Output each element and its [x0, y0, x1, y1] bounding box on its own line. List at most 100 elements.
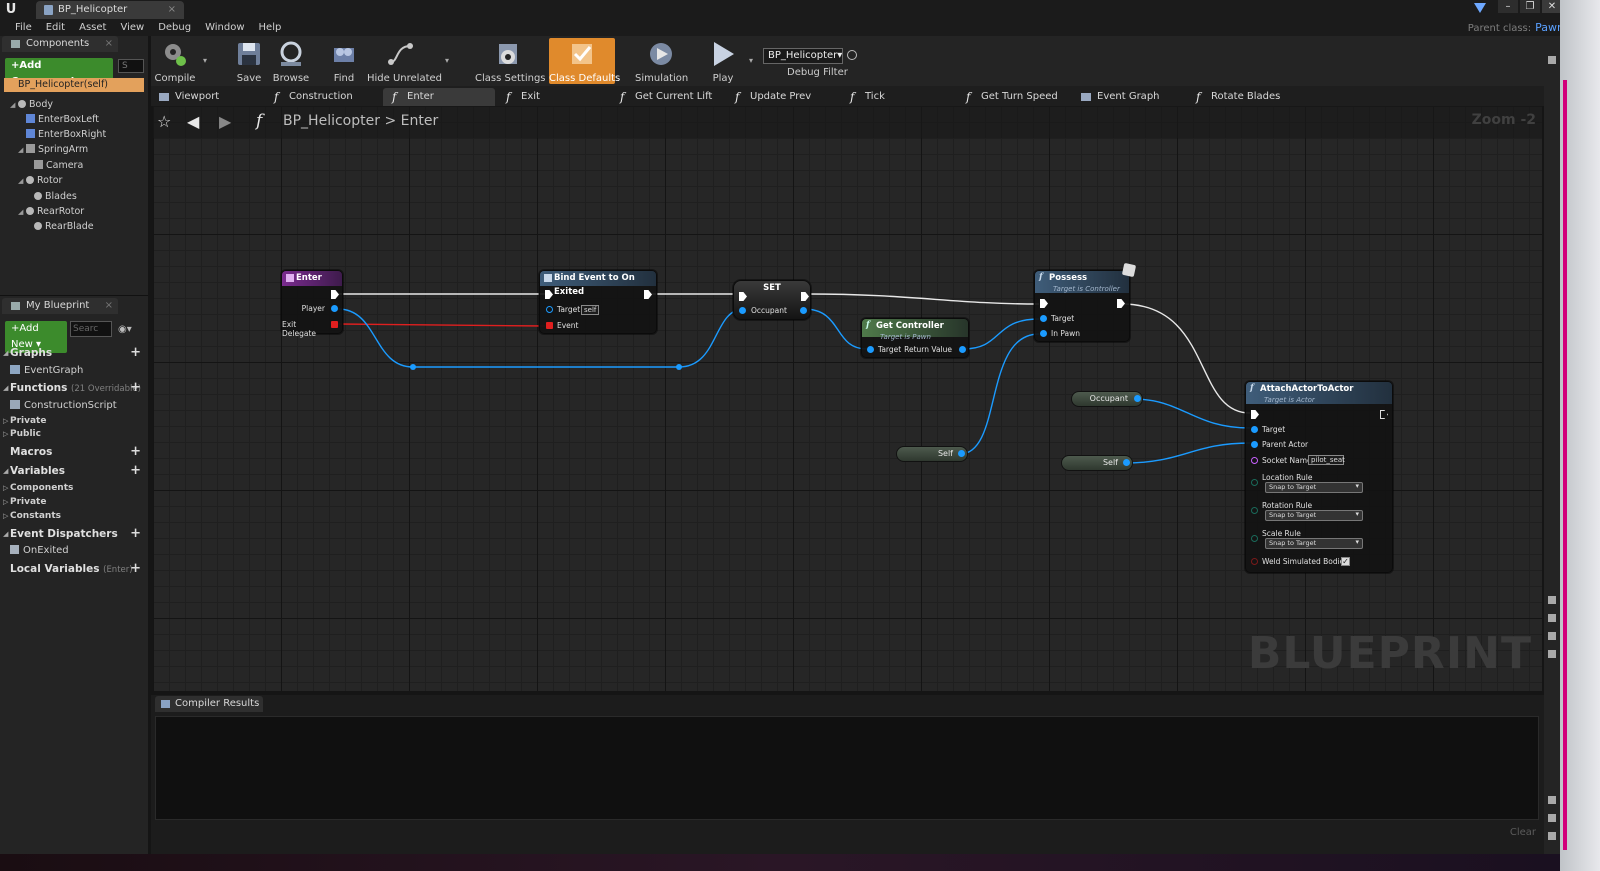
hide-unrelated-button[interactable]: Hide Unrelated — [367, 38, 442, 84]
weld-checkbox[interactable]: ✓ — [1341, 557, 1350, 566]
simulation-button[interactable]: Simulation — [635, 38, 688, 84]
node-set-occupant[interactable]: SET Occupant — [733, 280, 811, 320]
panel-toggle-icon[interactable] — [1548, 796, 1556, 804]
exit-delegate-pin[interactable] — [331, 321, 338, 328]
save-button[interactable]: Save — [231, 38, 267, 84]
compile-options-icon[interactable]: ▾ — [203, 56, 207, 65]
hide-unrelated-options-icon[interactable]: ▾ — [445, 56, 449, 65]
in-pawn-pin[interactable] — [1040, 330, 1047, 337]
category-private[interactable]: ▷ Private — [0, 415, 46, 427]
panel-toggle-icon[interactable] — [1548, 632, 1556, 640]
menu-debug[interactable]: Debug — [151, 19, 198, 36]
menu-help[interactable]: Help — [252, 19, 289, 36]
panel-toggle-icon[interactable] — [1548, 56, 1556, 64]
node-attach-actor-to-actor[interactable]: f AttachActorToActor Target is Actor Targe… — [1245, 381, 1393, 573]
event-pin[interactable] — [546, 322, 553, 329]
panel-toggle-icon[interactable] — [1548, 832, 1556, 840]
tree-item-springarm[interactable]: ◢ SpringArm — [18, 144, 88, 156]
reroute-node[interactable] — [676, 364, 682, 370]
dispatcher-item-onexited[interactable]: OnExited — [10, 545, 69, 557]
tab-event-graph[interactable]: Event Graph — [1073, 88, 1187, 106]
tab-exit[interactable]: f Exit — [497, 88, 611, 106]
node-enter[interactable]: Enter Player Exit Delegate — [281, 270, 343, 338]
exec-out-pin[interactable] — [644, 290, 652, 299]
socket-name-field[interactable]: pilot_seat — [1308, 455, 1345, 465]
location-rule-select[interactable]: Snap to Target — [1265, 482, 1363, 493]
browse-button[interactable]: Browse — [271, 38, 311, 84]
tab-rotate-blades[interactable]: f Rotate Blades — [1187, 88, 1301, 106]
exec-out-pin[interactable] — [1380, 410, 1388, 419]
compiler-results-tab[interactable]: Compiler Results — [155, 696, 263, 712]
add-function-icon[interactable]: + — [130, 380, 141, 396]
section-functions[interactable]: ◢ Functions (21 Overridable) + — [0, 380, 148, 396]
category-var-private[interactable]: ▷ Private — [0, 496, 46, 508]
tree-item-rearrotor[interactable]: ◢ RearRotor — [18, 206, 84, 218]
tab-update-prev-value[interactable]: fUpdate Prev Value — [726, 88, 840, 120]
my-blueprint-search-input[interactable]: Searc — [70, 321, 112, 337]
find-button[interactable]: Find — [327, 38, 361, 84]
component-search-input[interactable]: S — [118, 59, 144, 73]
add-graph-icon[interactable]: + — [130, 345, 141, 361]
panel-toggle-icon[interactable] — [1548, 614, 1556, 622]
view-options-icon[interactable]: ◉▾ — [118, 324, 132, 335]
category-public[interactable]: ▷ Public — [0, 428, 41, 440]
category-components[interactable]: ▷ Components — [0, 482, 73, 494]
menu-view[interactable]: View — [113, 19, 151, 36]
self-node-b[interactable]: Self — [1061, 455, 1133, 471]
debug-search-icon[interactable] — [847, 50, 857, 60]
rotation-rule-select[interactable]: Snap to Target — [1265, 510, 1363, 521]
target-pin[interactable] — [867, 346, 874, 353]
close-components-icon[interactable]: × — [105, 36, 113, 52]
occupant-out-pin[interactable] — [800, 307, 807, 314]
notification-icon[interactable] — [1474, 3, 1486, 13]
minimize-icon[interactable]: – — [1498, 0, 1518, 13]
category-constants[interactable]: ▷ Constants — [0, 510, 61, 522]
class-defaults-button[interactable]: Class Defaults — [549, 38, 620, 84]
player-pin[interactable] — [331, 305, 338, 312]
tree-item-blades[interactable]: Blades — [34, 191, 77, 203]
tree-item-rearblade[interactable]: RearBlade — [34, 221, 94, 233]
node-bind-event[interactable]: Bind Event to On Exited Target self Even… — [539, 270, 657, 334]
target-pin[interactable] — [1251, 426, 1258, 433]
occupant-in-pin[interactable] — [739, 307, 746, 314]
graph-item-eventgraph[interactable]: EventGraph — [10, 365, 83, 377]
target-pin[interactable] — [546, 306, 553, 313]
occupant-out-pin[interactable] — [1134, 395, 1141, 402]
function-item-constructionscript[interactable]: ConstructionScript — [10, 400, 117, 412]
play-options-icon[interactable]: ▾ — [749, 56, 753, 65]
class-settings-button[interactable]: Class Settings — [475, 38, 546, 84]
exec-in-pin[interactable] — [1040, 299, 1048, 308]
tab-construction-script[interactable]: fConstruction Scrip — [265, 88, 379, 120]
add-macro-icon[interactable]: + — [130, 444, 141, 460]
self-out-pin[interactable] — [1123, 459, 1130, 466]
my-blueprint-tab[interactable]: My Blueprint × — [2, 298, 118, 314]
target-value[interactable]: self — [581, 305, 599, 315]
self-component-item[interactable]: BP_Helicopter(self) — [4, 78, 144, 92]
menu-edit[interactable]: Edit — [39, 19, 72, 36]
add-local-variable-icon[interactable]: + — [130, 561, 141, 577]
add-variable-icon[interactable]: + — [130, 463, 141, 479]
self-out-pin[interactable] — [958, 450, 965, 457]
exec-in-pin[interactable] — [545, 290, 553, 299]
components-tab[interactable]: Components × — [2, 36, 118, 52]
tab-viewport[interactable]: Viewport — [151, 88, 265, 106]
panel-toggle-icon[interactable] — [1548, 650, 1556, 658]
rotation-rule-pin[interactable] — [1251, 507, 1258, 514]
panel-toggle-icon[interactable] — [1548, 596, 1556, 604]
section-macros[interactable]: Macros + — [0, 444, 148, 460]
tree-item-body[interactable]: ◢ Body — [10, 99, 53, 111]
occupant-getter-node[interactable]: Occupant — [1071, 391, 1143, 407]
panel-toggle-icon[interactable] — [1548, 814, 1556, 822]
graph-canvas[interactable]: ☆ ◀ ▶ f BP_Helicopter > Enter Zoom -2 En… — [153, 106, 1542, 691]
close-my-blueprint-icon[interactable]: × — [105, 298, 113, 314]
debug-object-select[interactable]: BP_Helicopter▾ — [763, 48, 843, 64]
socket-name-pin[interactable] — [1251, 457, 1258, 464]
parent-actor-pin[interactable] — [1251, 441, 1258, 448]
self-node-a[interactable]: Self — [896, 446, 968, 462]
return-value-pin[interactable] — [959, 346, 966, 353]
exec-in-pin[interactable] — [1251, 410, 1259, 419]
maximize-icon[interactable]: ❐ — [1520, 0, 1540, 13]
tab-tick[interactable]: f Tick — [841, 88, 955, 106]
section-event-dispatchers[interactable]: ◢ Event Dispatchers + — [0, 526, 148, 542]
tab-enter[interactable]: f Enter — [383, 88, 495, 106]
